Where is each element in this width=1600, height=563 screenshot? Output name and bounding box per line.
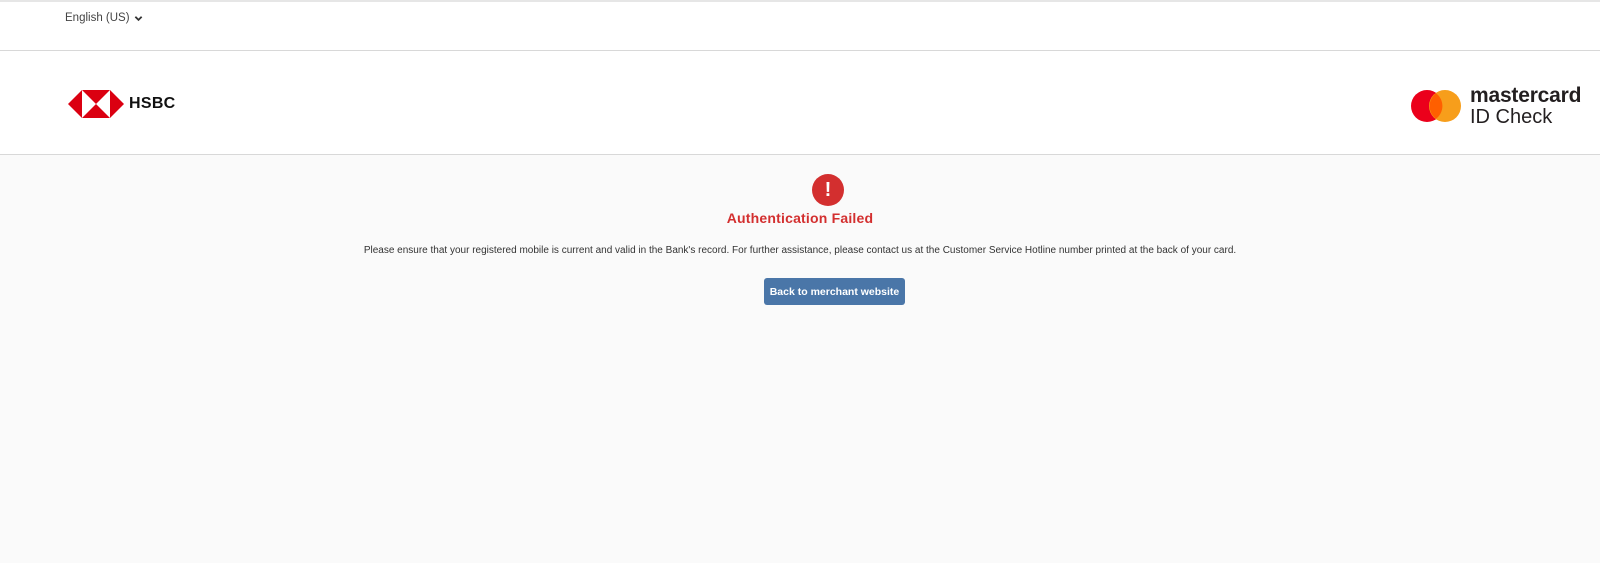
page-title: Authentication Failed bbox=[726, 210, 874, 226]
hsbc-logo-text: HSBC bbox=[129, 95, 176, 112]
chevron-down-icon bbox=[134, 14, 143, 23]
hsbc-logo: HSBC bbox=[68, 90, 176, 118]
back-to-merchant-button[interactable]: Back to merchant website bbox=[764, 278, 905, 305]
exclamation-icon: ! bbox=[812, 174, 844, 206]
language-label: English (US) bbox=[65, 12, 130, 24]
header: HSBC mastercard ID Check bbox=[0, 51, 1600, 155]
top-bar: English (US) bbox=[0, 0, 1600, 51]
language-selector[interactable]: English (US) bbox=[65, 12, 143, 24]
mastercard-id-check-logo: mastercard ID Check bbox=[1410, 85, 1581, 127]
hsbc-hexagon-icon bbox=[68, 90, 124, 118]
mastercard-brand-text: mastercard bbox=[1470, 84, 1582, 107]
id-check-text: ID Check bbox=[1470, 106, 1553, 128]
main-content: ! Authentication Failed Please ensure th… bbox=[0, 155, 1600, 563]
mastercard-circles-icon bbox=[1411, 90, 1461, 122]
error-message: Please ensure that your registered mobil… bbox=[363, 245, 1237, 256]
